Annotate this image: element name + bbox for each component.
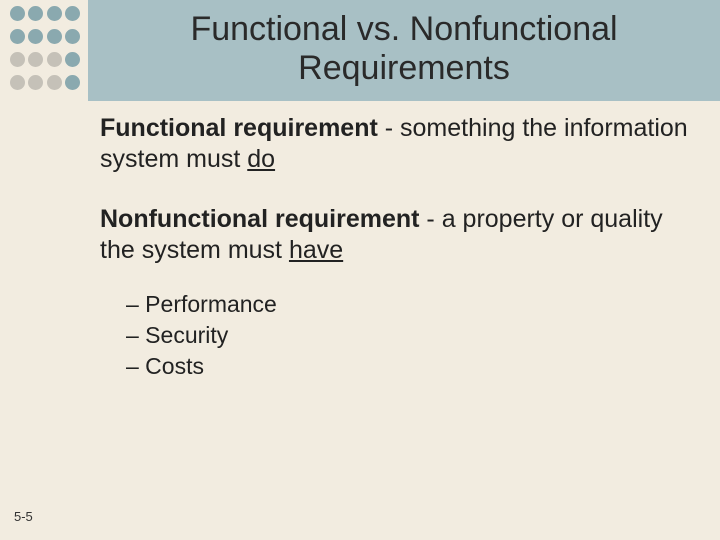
dot-icon: [65, 6, 80, 21]
dot-icon: [47, 29, 62, 44]
dot-icon: [10, 6, 25, 21]
dot-icon: [47, 6, 62, 21]
nonfunctional-sublist: – Performance – Security – Costs: [126, 289, 696, 382]
dot-icon: [10, 29, 25, 44]
dot-icon: [28, 52, 43, 67]
nonfunctional-label: Nonfunctional requirement: [100, 205, 419, 233]
separator: -: [378, 114, 400, 142]
slide-number: 5-5: [14, 509, 33, 524]
dot-icon: [28, 6, 43, 21]
functional-def-underline: do: [247, 145, 275, 173]
dot-icon: [65, 52, 80, 67]
dot-icon: [10, 52, 25, 67]
title-area: Functional vs. Nonfunctional Requirement…: [0, 0, 720, 101]
functional-definition: Functional requirement - something the i…: [100, 113, 696, 174]
slide-content: Functional requirement - something the i…: [0, 101, 720, 382]
title-band: Functional vs. Nonfunctional Requirement…: [88, 0, 720, 101]
nonfunctional-def-underline: have: [289, 236, 343, 264]
dot-icon: [65, 29, 80, 44]
dot-icon: [47, 75, 62, 90]
dot-icon: [10, 75, 25, 90]
list-item: – Performance: [126, 289, 696, 320]
list-item: – Costs: [126, 351, 696, 382]
dot-icon: [47, 52, 62, 67]
list-item: – Security: [126, 320, 696, 351]
dot-icon: [65, 75, 80, 90]
slide-title: Functional vs. Nonfunctional Requirement…: [98, 10, 710, 86]
dot-icon: [28, 29, 43, 44]
nonfunctional-definition: Nonfunctional requirement - a property o…: [100, 204, 696, 265]
separator: -: [419, 205, 441, 233]
decorative-dot-grid: [0, 0, 88, 101]
functional-label: Functional requirement: [100, 114, 378, 142]
dot-icon: [28, 75, 43, 90]
